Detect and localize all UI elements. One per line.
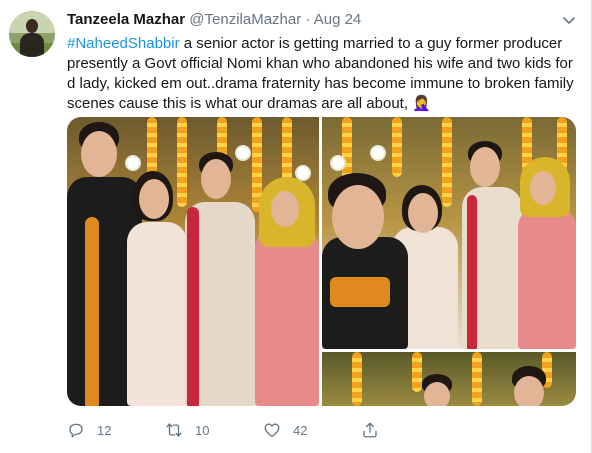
retweet-button[interactable]: 10 — [165, 418, 209, 442]
person — [518, 207, 576, 349]
face — [81, 131, 117, 177]
tweet[interactable]: Tanzeela Mazhar @TenzilaMazhar · Aug 24 … — [0, 0, 592, 453]
face — [408, 193, 438, 233]
media-photo-1[interactable] — [67, 117, 319, 406]
garland — [177, 117, 187, 207]
face — [470, 147, 500, 187]
like-count: 42 — [293, 422, 308, 438]
header-separator: · — [305, 11, 311, 28]
scarf — [85, 217, 99, 406]
avatar-figure — [20, 33, 44, 57]
flower — [127, 157, 139, 169]
tweet-header: Tanzeela Mazhar @TenzilaMazhar · Aug 24 — [67, 11, 361, 28]
flower — [332, 157, 344, 169]
shawl — [467, 195, 477, 349]
scarf — [330, 277, 390, 307]
face — [201, 159, 231, 199]
avatar[interactable] — [9, 11, 55, 57]
hashtag-link[interactable]: #NaheedShabbir — [67, 35, 180, 52]
flower — [237, 147, 249, 159]
reply-icon — [69, 423, 83, 438]
media-photo-3[interactable] — [322, 352, 576, 406]
heart-icon — [264, 423, 280, 438]
share-icon — [363, 422, 377, 438]
media-photo-2[interactable] — [322, 117, 576, 349]
face — [530, 171, 556, 205]
face — [424, 382, 450, 406]
flower — [297, 167, 309, 179]
face — [514, 376, 544, 406]
person — [127, 222, 187, 406]
shawl — [187, 207, 199, 406]
face — [332, 185, 384, 249]
person — [255, 227, 319, 406]
garland — [412, 352, 422, 392]
author-name[interactable]: Tanzeela Mazhar — [67, 11, 185, 28]
tweet-date[interactable]: Aug 24 — [314, 11, 362, 28]
retweet-count: 10 — [195, 422, 210, 438]
garland — [392, 117, 402, 177]
reply-button[interactable]: 12 — [67, 418, 111, 442]
tweet-media[interactable] — [67, 117, 576, 406]
face — [139, 179, 169, 219]
like-button[interactable]: 42 — [263, 418, 307, 442]
flower — [372, 147, 384, 159]
retweet-icon — [166, 423, 182, 437]
face — [271, 191, 299, 227]
tweet-text: #NaheedShabbir a senior actor is getting… — [67, 34, 577, 114]
author-handle[interactable]: @TenzilaMazhar — [189, 11, 301, 28]
avatar-head — [26, 19, 38, 33]
garland — [442, 117, 452, 207]
chevron-down-icon[interactable] — [561, 12, 577, 28]
reply-count: 12 — [97, 422, 112, 438]
tweet-actions: 12 10 42 — [67, 418, 467, 442]
garland — [472, 352, 482, 406]
share-button[interactable] — [361, 418, 379, 442]
garland — [352, 352, 362, 406]
